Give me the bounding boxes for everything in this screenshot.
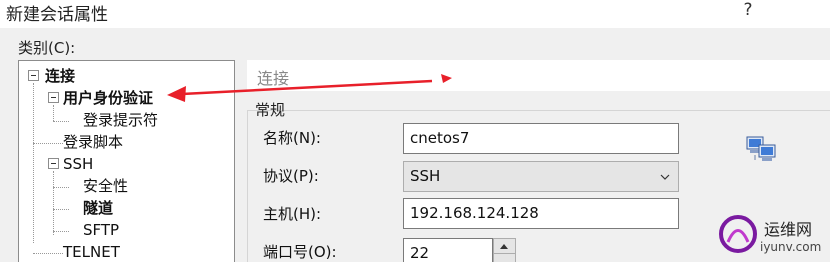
watermark: 运维网 iyunv.com	[710, 210, 830, 262]
chevron-down-icon	[660, 174, 670, 180]
tree-line	[53, 121, 69, 122]
collapse-icon[interactable]	[48, 92, 59, 103]
tree-item-ssh[interactable]: SSH	[63, 153, 93, 175]
network-computers-icon	[746, 136, 776, 161]
protocol-label: 协议(P):	[263, 167, 319, 185]
tree-item-user-auth[interactable]: 用户身份验证	[63, 87, 153, 109]
protocol-select[interactable]: SSH	[403, 161, 679, 192]
host-label: 主机(H):	[263, 205, 322, 223]
spin-up-icon[interactable]	[494, 239, 515, 254]
tree-item-security[interactable]: 安全性	[83, 175, 128, 197]
host-input[interactable]: 192.168.124.128	[403, 198, 679, 229]
tree-line	[33, 253, 63, 254]
tree-line	[53, 231, 69, 232]
watermark-logo-icon	[719, 215, 757, 253]
tree-item-login-prompts[interactable]: 登录提示符	[83, 109, 158, 131]
watermark-title: 运维网	[764, 220, 813, 239]
close-button-area[interactable]	[770, 0, 830, 28]
name-input[interactable]: cnetos7	[403, 123, 679, 154]
tree-item-tunnel[interactable]: 隧道	[83, 197, 113, 219]
name-label: 名称(N):	[263, 129, 321, 147]
protocol-value: SSH	[410, 167, 441, 185]
panel-header-title: 连接	[257, 69, 290, 88]
tree-line	[53, 171, 54, 235]
tree-line	[53, 209, 69, 210]
tree-item-login-script[interactable]: 登录脚本	[63, 131, 123, 153]
category-label: 类别(C):	[18, 39, 76, 57]
watermark-domain: iyunv.com	[760, 240, 822, 254]
category-tree[interactable]: 连接 用户身份验证 登录提示符 登录脚本 SSH 安全性 隧道 SFTP TEL…	[18, 60, 235, 262]
tree-item-connection[interactable]: 连接	[45, 65, 75, 87]
tree-line	[53, 105, 54, 121]
help-button[interactable]: ?	[738, 0, 758, 24]
tree-item-telnet[interactable]: TELNET	[63, 241, 120, 262]
panel-header: 连接	[247, 60, 830, 91]
tree-item-sftp[interactable]: SFTP	[83, 219, 119, 241]
tree-line	[33, 83, 34, 243]
window-title: 新建会话属性	[6, 5, 108, 25]
tree-line	[33, 143, 63, 144]
collapse-icon[interactable]	[28, 70, 39, 81]
port-stepper[interactable]	[493, 238, 516, 262]
tree-line	[53, 187, 69, 188]
collapse-icon[interactable]	[48, 158, 59, 169]
port-label: 端口号(O):	[263, 243, 337, 261]
group-title: 常规	[255, 101, 286, 119]
port-input[interactable]: 22	[403, 238, 493, 262]
title-bar: 新建会话属性 ?	[0, 0, 830, 28]
